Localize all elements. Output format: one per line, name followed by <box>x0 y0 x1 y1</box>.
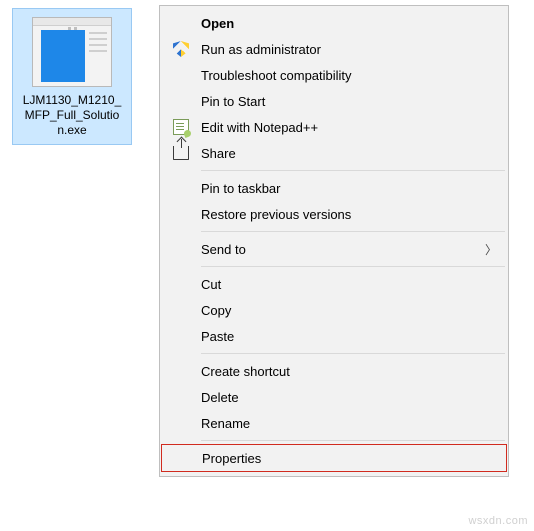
notepadpp-icon <box>161 119 201 135</box>
watermark: wsxdn.com <box>468 515 528 527</box>
menu-item-copy[interactable]: Copy <box>161 297 507 323</box>
menu-item-cut[interactable]: Cut <box>161 271 507 297</box>
menu-item-run-as-admin[interactable]: Run as administrator <box>161 36 507 62</box>
menu-item-paste[interactable]: Paste <box>161 323 507 349</box>
menu-item-rename[interactable]: Rename <box>161 410 507 436</box>
menu-item-edit-notepadpp[interactable]: Edit with Notepad++ <box>161 114 507 140</box>
menu-item-create-shortcut[interactable]: Create shortcut <box>161 358 507 384</box>
file-tile[interactable]: LJM1130_M1210_ MFP_Full_Solutio n.exe <box>12 8 132 145</box>
menu-label: Run as administrator <box>201 42 497 57</box>
menu-separator <box>201 231 505 232</box>
menu-label: Troubleshoot compatibility <box>201 68 497 83</box>
menu-label: Properties <box>202 451 496 466</box>
menu-item-send-to[interactable]: Send to 〉 <box>161 236 507 262</box>
menu-label: Restore previous versions <box>201 207 497 222</box>
menu-item-restore-versions[interactable]: Restore previous versions <box>161 201 507 227</box>
menu-item-troubleshoot[interactable]: Troubleshoot compatibility <box>161 62 507 88</box>
share-icon <box>161 146 201 160</box>
menu-item-share[interactable]: Share <box>161 140 507 166</box>
menu-label: Rename <box>201 416 497 431</box>
file-name-label: LJM1130_M1210_ MFP_Full_Solutio n.exe <box>15 93 129 138</box>
menu-item-open[interactable]: Open <box>161 10 507 36</box>
menu-label: Paste <box>201 329 497 344</box>
menu-separator <box>201 266 505 267</box>
menu-label: Send to <box>201 242 485 257</box>
menu-label: Edit with Notepad++ <box>201 120 497 135</box>
menu-label: Share <box>201 146 497 161</box>
menu-item-delete[interactable]: Delete <box>161 384 507 410</box>
chevron-right-icon: 〉 <box>485 241 497 258</box>
menu-item-pin-start[interactable]: Pin to Start <box>161 88 507 114</box>
menu-label: Create shortcut <box>201 364 497 379</box>
menu-label: Open <box>201 16 497 31</box>
menu-item-properties[interactable]: Properties <box>161 444 507 472</box>
menu-label: Pin to Start <box>201 94 497 109</box>
menu-label: Copy <box>201 303 497 318</box>
menu-item-pin-taskbar[interactable]: Pin to taskbar <box>161 175 507 201</box>
menu-label: Pin to taskbar <box>201 181 497 196</box>
file-installer-icon <box>32 17 112 87</box>
menu-label: Cut <box>201 277 497 292</box>
context-menu: Open Run as administrator Troubleshoot c… <box>159 5 509 477</box>
menu-separator <box>201 440 505 441</box>
menu-separator <box>201 353 505 354</box>
menu-label: Delete <box>201 390 497 405</box>
menu-separator <box>201 170 505 171</box>
shield-icon <box>161 41 201 57</box>
